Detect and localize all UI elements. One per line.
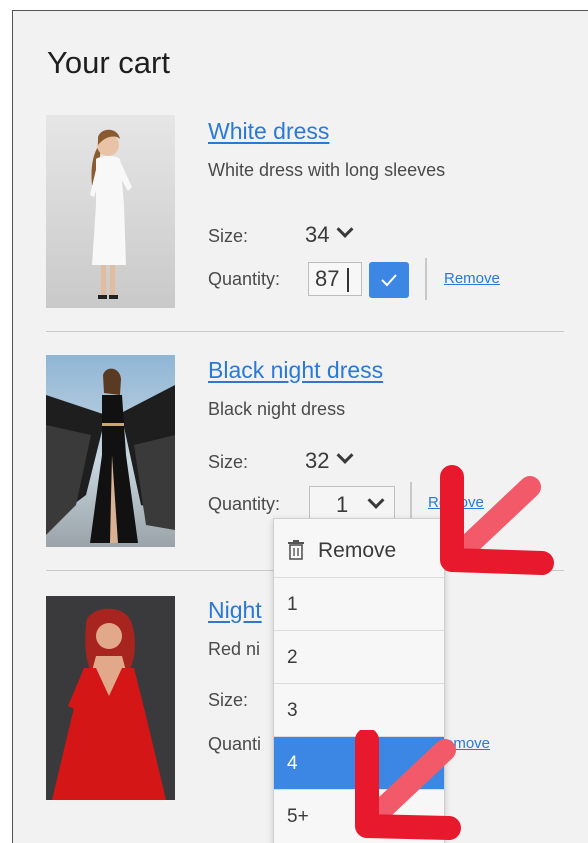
chevron-down-icon [336,446,354,464]
dropdown-option-1[interactable]: 1 [274,577,444,630]
dropdown-option-2[interactable]: 2 [274,630,444,683]
item-divider [46,331,564,332]
item-link-night-dress[interactable]: Night [208,597,262,624]
dropdown-remove-option[interactable]: Remove [274,519,444,577]
dropdown-option-5-plus[interactable]: 5+ [274,789,444,842]
dropdown-remove-label: Remove [318,539,397,562]
page-title: Your cart [47,45,170,80]
option-label: 2 [287,647,298,668]
red-dress-image[interactable] [46,596,175,800]
remove-link[interactable]: Remove [444,270,500,287]
black-night-dress-image[interactable] [46,355,175,547]
confirm-quantity-button[interactable] [369,262,409,298]
item-link-white-dress[interactable]: White dress [208,118,329,145]
quantity-label: Quantity: [208,269,281,289]
dropdown-option-3[interactable]: 3 [274,683,444,736]
size-label: Size: [208,226,249,246]
dropdown-option-4[interactable]: 4 [274,736,444,789]
item-description: White dress with long sleeves [208,160,446,180]
quantity-label: Quanti [208,734,262,754]
remove-link[interactable]: emove [445,735,490,752]
item-link-black-night-dress[interactable]: Black night dress [208,357,383,384]
size-value: 32 [305,448,330,473]
option-label: 5+ [287,806,309,827]
option-label: 3 [287,700,298,721]
quantity-dropdown-menu: Remove 1 2 3 4 5+ [273,518,445,843]
size-select[interactable]: 34 [305,220,354,248]
option-label: 1 [287,594,298,615]
quantity-value: 1 [336,492,349,517]
item-description: Red ni [208,639,261,659]
size-select[interactable]: 32 [305,446,354,474]
separator [425,258,427,300]
size-value: 34 [305,222,330,247]
chevron-down-icon [336,220,354,238]
remove-link[interactable]: Remove [428,494,484,511]
trash-icon [288,540,304,560]
quantity-label: Quantity: [208,494,281,514]
text-cursor [347,268,349,292]
option-label: 4 [287,753,298,774]
size-label: Size: [208,452,249,472]
quantity-select[interactable]: 1 [309,486,395,522]
check-icon [381,274,397,287]
size-label: Size: [208,690,249,710]
white-dress-image[interactable] [46,115,175,308]
quantity-value: 87 [315,266,340,291]
chevron-down-icon [367,491,385,509]
quantity-input[interactable]: 87 [308,262,362,296]
item-description: Black night dress [208,399,346,419]
